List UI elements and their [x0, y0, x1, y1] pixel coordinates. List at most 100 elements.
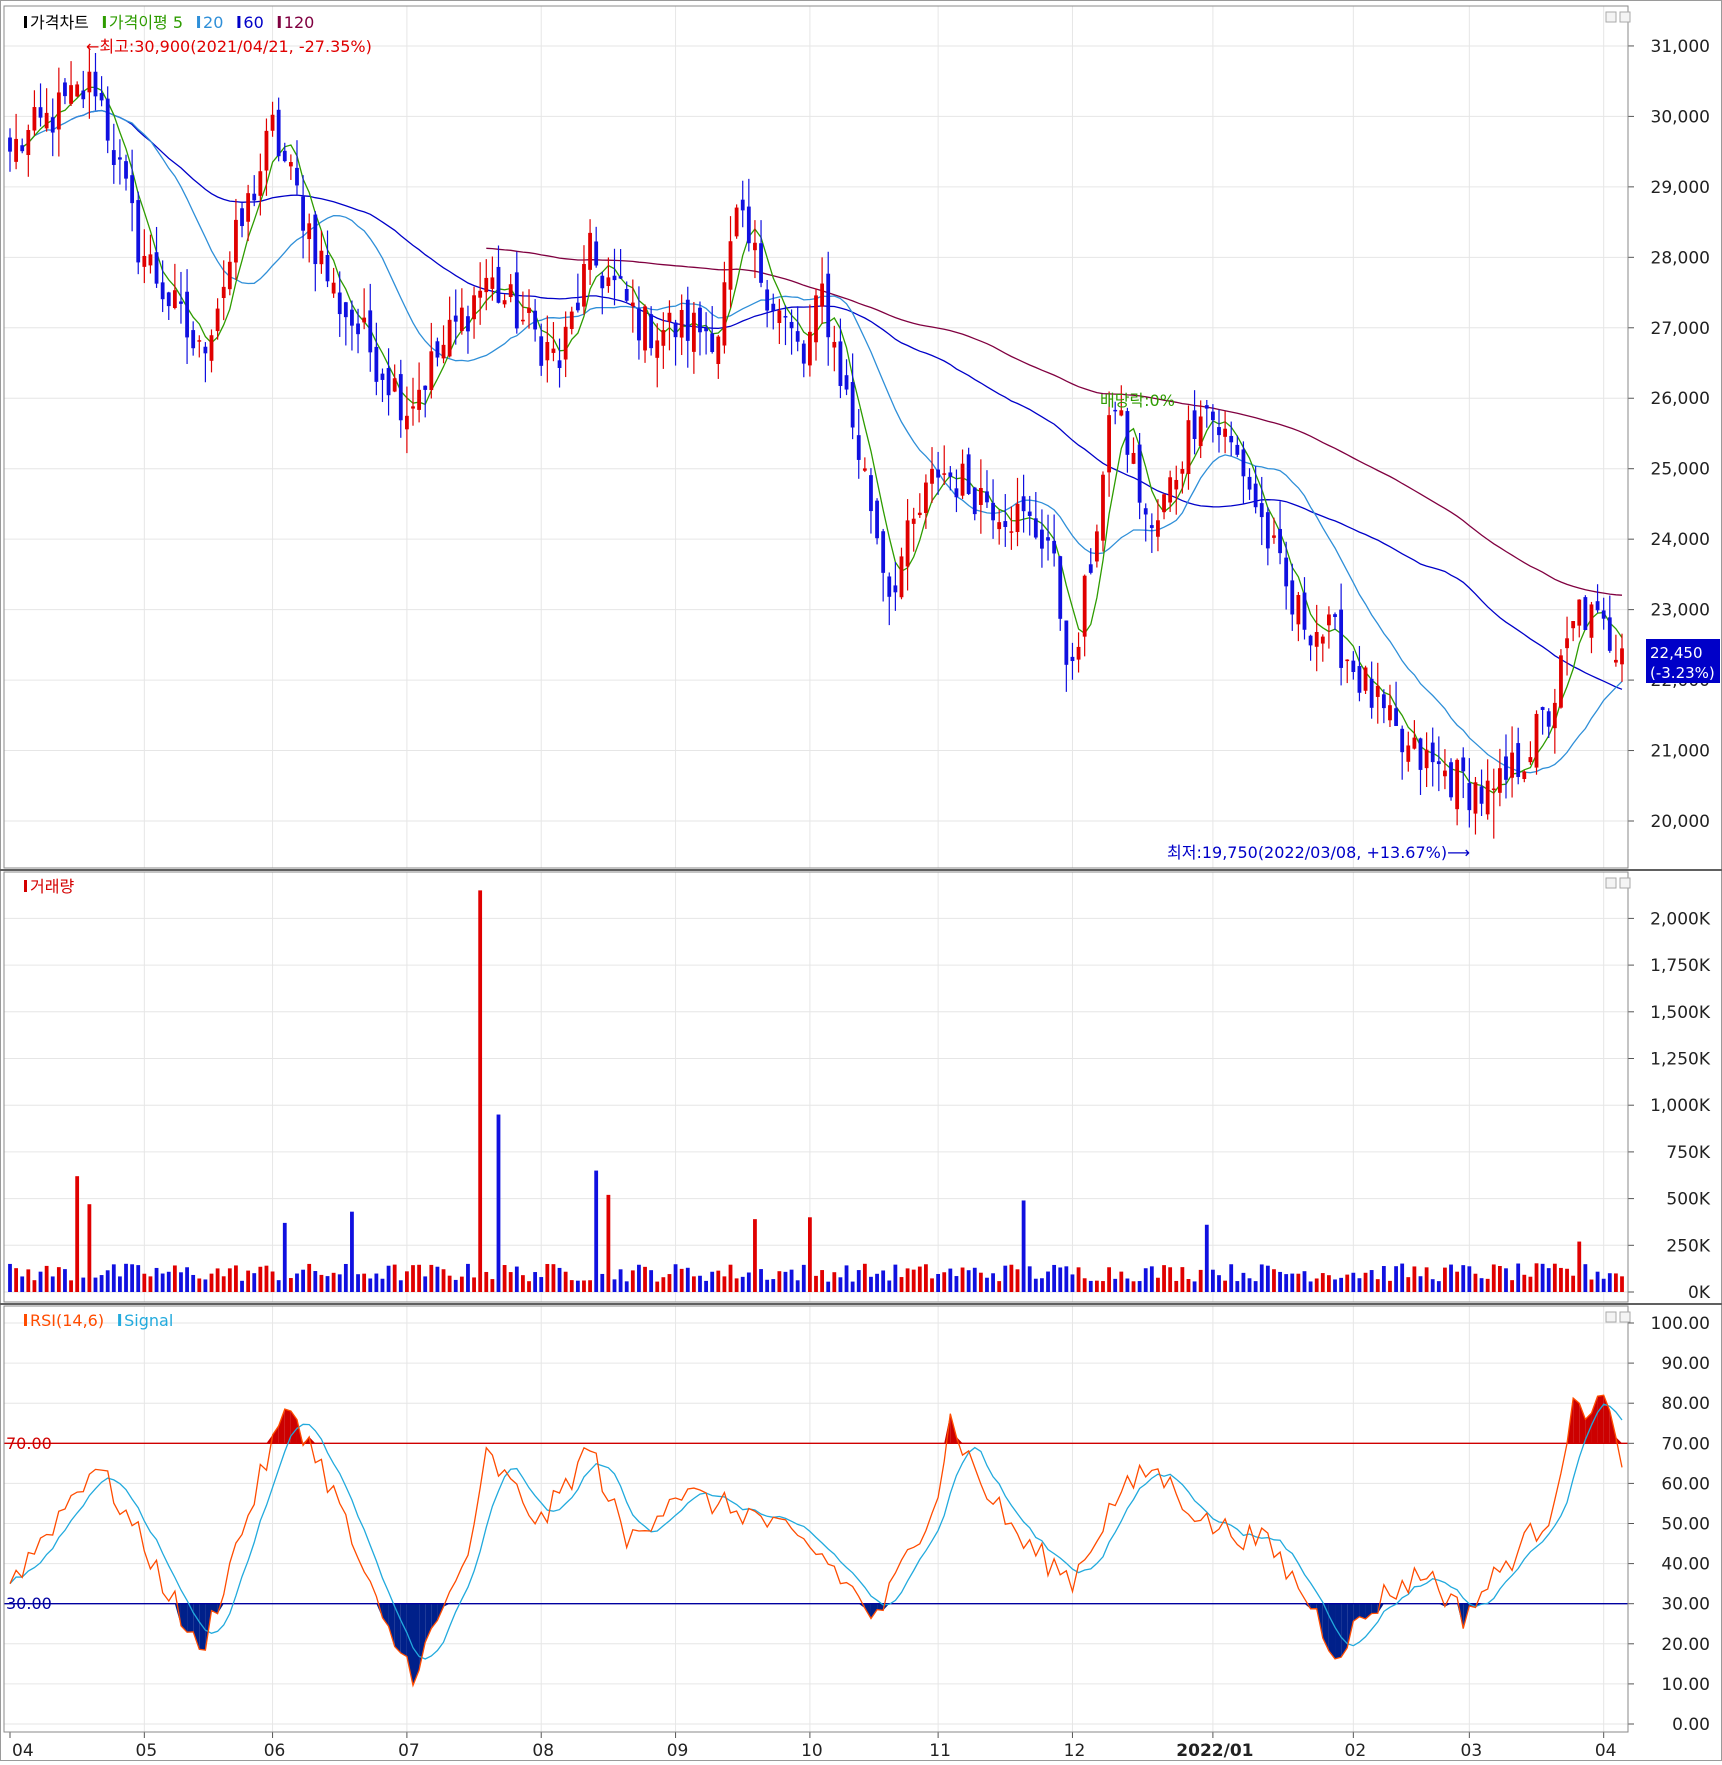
volume-tick-label: 1,250K	[1650, 1050, 1711, 1070]
volume-bar	[386, 1265, 391, 1292]
candle-body	[1302, 592, 1307, 630]
candle-body	[563, 326, 568, 360]
candle-body	[527, 307, 531, 313]
rsi-legend: RSI(14,6) Signal	[24, 1311, 173, 1330]
panel-close-button[interactable]	[1619, 11, 1631, 23]
candle-body	[26, 129, 31, 156]
panel-close-button[interactable]	[1619, 877, 1631, 889]
volume-bar	[466, 1263, 470, 1292]
candle-body	[154, 252, 159, 284]
x-tick-label: 2022/01	[1176, 1741, 1253, 1761]
volume-bar	[753, 1219, 757, 1292]
volume-bar	[789, 1269, 794, 1292]
volume-bar	[1027, 1266, 1032, 1292]
volume-bar	[985, 1277, 989, 1292]
candle-body	[319, 250, 324, 265]
candle-body	[69, 85, 73, 104]
volume-bar	[801, 1264, 806, 1292]
candle-body	[777, 310, 782, 323]
volume-tick-label: 1,500K	[1650, 1003, 1711, 1023]
candle-body	[1180, 469, 1185, 474]
volume-tick-label: 750K	[1666, 1143, 1710, 1163]
candle-body	[374, 346, 379, 382]
volume-bar	[258, 1266, 263, 1292]
candle-body	[234, 219, 238, 263]
candle-body	[765, 289, 770, 311]
volume-bar	[1149, 1266, 1154, 1292]
panel-restore-button[interactable]	[1605, 1311, 1617, 1323]
volume-bar	[1607, 1273, 1612, 1292]
x-tick-label: 04	[12, 1741, 34, 1761]
candle-body	[1516, 743, 1521, 777]
panel-restore-button[interactable]	[1605, 11, 1617, 23]
candle-body	[1131, 452, 1136, 464]
price-tick-label: 27,000	[1651, 319, 1710, 339]
price-tick-label: 26,000	[1651, 389, 1710, 409]
candle-body	[1076, 646, 1081, 660]
volume-bar	[1296, 1273, 1301, 1292]
candle-body	[411, 406, 415, 409]
volume-bar	[411, 1265, 415, 1292]
price-tick-label: 28,000	[1651, 248, 1710, 268]
candle-body	[521, 319, 525, 322]
volume-bar	[1412, 1266, 1417, 1292]
legend-label: 120	[284, 13, 315, 32]
candle-body	[466, 316, 470, 332]
candle-body	[1015, 503, 1020, 533]
volume-bar	[1357, 1278, 1362, 1292]
last-change: (-3.23%)	[1650, 664, 1715, 682]
candle-body	[276, 109, 281, 157]
volume-bar	[325, 1276, 330, 1292]
candle-body	[295, 167, 299, 186]
volume-bar	[1101, 1281, 1105, 1292]
price-tick-label: 31,000	[1651, 37, 1710, 57]
volume-bar	[783, 1271, 788, 1292]
candle-body	[1021, 496, 1026, 512]
volume-bar	[1278, 1271, 1282, 1292]
volume-bar	[1589, 1279, 1594, 1292]
volume-bar	[8, 1263, 12, 1292]
legend-label: 20	[203, 13, 223, 32]
candle-body	[575, 302, 580, 311]
candle-body	[1363, 667, 1368, 691]
legend-swatch	[24, 880, 27, 892]
volume-bar	[1327, 1275, 1331, 1292]
candle-body	[911, 518, 916, 524]
candle-body	[661, 330, 666, 346]
last-price: 22,450	[1650, 644, 1703, 662]
volume-bar	[380, 1278, 385, 1292]
volume-bar	[240, 1280, 244, 1292]
volume-bar	[575, 1280, 580, 1292]
volume-bar	[594, 1170, 599, 1292]
candle-body	[1485, 780, 1490, 815]
volume-bar	[685, 1267, 690, 1292]
panel-restore-button[interactable]	[1605, 877, 1617, 889]
volume-bar	[911, 1269, 916, 1292]
volume-bar	[343, 1263, 348, 1292]
candle-body	[185, 291, 189, 338]
candle-body	[209, 335, 214, 361]
volume-bar	[166, 1271, 171, 1292]
candle-body	[32, 107, 37, 131]
candle-body	[838, 341, 843, 386]
volume-bar	[1046, 1271, 1050, 1292]
volume-bar	[1504, 1268, 1508, 1292]
candle-body	[588, 232, 592, 270]
candle-body	[1296, 595, 1301, 625]
volume-bar	[221, 1276, 226, 1292]
candle-body	[404, 415, 409, 430]
price-tick-label: 21,000	[1651, 742, 1710, 762]
volume-bar	[899, 1277, 904, 1292]
volume-bar	[356, 1274, 360, 1292]
candle-body	[1192, 410, 1197, 440]
candle-body	[1528, 757, 1533, 763]
candle-body	[850, 382, 855, 428]
candle-body	[81, 90, 86, 100]
volume-bar	[740, 1276, 745, 1292]
volume-bar	[1235, 1281, 1240, 1292]
candle-body	[502, 300, 507, 305]
panel-close-button[interactable]	[1619, 1311, 1631, 1323]
volume-bar	[368, 1278, 373, 1292]
candle-body	[539, 336, 544, 366]
volume-tick-label: 500K	[1666, 1190, 1710, 1210]
